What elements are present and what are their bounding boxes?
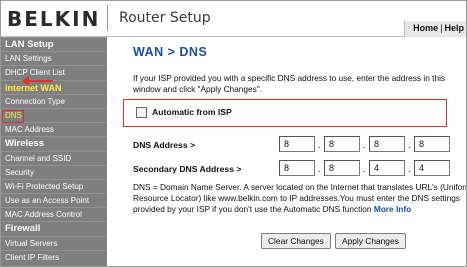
nav-separator: | xyxy=(440,23,443,33)
dns-octet-1[interactable] xyxy=(279,136,315,152)
dns-octet-3[interactable] xyxy=(369,136,405,152)
sidebar-item-mac-address-control[interactable]: MAC Address Control xyxy=(1,207,107,221)
automatic-from-isp-checkbox[interactable] xyxy=(136,107,147,118)
secondary-dns-octet-1[interactable] xyxy=(279,160,315,176)
main-content: WAN > DNS If your ISP provided you with … xyxy=(107,37,467,266)
dns-description: DNS = Domain Name Server. A server locat… xyxy=(133,182,467,215)
more-info-link[interactable]: More Info xyxy=(374,204,411,214)
help-link[interactable]: Help xyxy=(444,23,464,33)
annotation-arrow-shaft xyxy=(27,80,53,82)
header: BELKIN Router Setup Home | Help xyxy=(1,1,466,37)
sidebar: LAN Setup LAN Settings DHCP Client List … xyxy=(1,37,107,266)
secondary-dns-octet-3[interactable] xyxy=(369,160,405,176)
secondary-dns-label: Secondary DNS Address > xyxy=(133,164,242,174)
dns-highlight-box xyxy=(2,110,24,123)
sidebar-item-lan-settings[interactable]: LAN Settings xyxy=(1,51,107,65)
sidebar-item-mac-address[interactable]: MAC Address xyxy=(1,122,107,136)
dot-separator: . xyxy=(318,140,321,150)
secondary-dns-octet-2[interactable] xyxy=(324,160,360,176)
dot-separator: . xyxy=(408,140,411,150)
dns-description-text: DNS = Domain Name Server. A server locat… xyxy=(133,182,467,214)
secondary-dns-octet-4[interactable] xyxy=(414,160,450,176)
apply-changes-button[interactable]: Apply Changes xyxy=(335,233,406,249)
dot-separator: . xyxy=(363,140,366,150)
sidebar-heading-lan-setup[interactable]: LAN Setup xyxy=(1,37,107,51)
sidebar-item-wifi-protected-setup[interactable]: Wi-Fi Protected Setup xyxy=(1,178,107,193)
dot-separator: . xyxy=(408,164,411,174)
app-title: Router Setup xyxy=(119,10,211,26)
automatic-from-isp-label: Automatic from ISP xyxy=(152,107,232,117)
top-navigation: Home | Help xyxy=(404,21,466,37)
sidebar-heading-wireless[interactable]: Wireless xyxy=(1,136,107,150)
dns-octet-2[interactable] xyxy=(324,136,360,152)
sidebar-item-channel-ssid[interactable]: Channel and SSID xyxy=(1,150,107,165)
home-link[interactable]: Home xyxy=(413,23,438,33)
logo-divider xyxy=(107,5,108,31)
page-title: WAN > DNS xyxy=(133,45,208,59)
sidebar-item-connection-type[interactable]: Connection Type xyxy=(1,93,107,108)
dns-octet-4[interactable] xyxy=(414,136,450,152)
sidebar-item-dhcp-client-list[interactable]: DHCP Client List xyxy=(1,65,107,79)
router-setup-window: BELKIN Router Setup Home | Help LAN Setup … xyxy=(0,0,467,267)
sidebar-item-access-point[interactable]: Use as an Access Point xyxy=(1,193,107,207)
intro-text: If your ISP provided you with a specific… xyxy=(133,73,446,94)
clear-changes-button[interactable]: Clear Changes xyxy=(261,233,331,249)
sidebar-heading-firewall[interactable]: Firewall xyxy=(1,221,107,235)
sidebar-item-client-ip-filters[interactable]: Client IP Filters xyxy=(1,249,107,264)
annotation-arrow-icon xyxy=(22,76,29,86)
dot-separator: . xyxy=(318,164,321,174)
dns-address-label: DNS Address > xyxy=(133,140,196,150)
belkin-logo: BELKIN xyxy=(7,7,101,31)
sidebar-heading-internet-wan[interactable]: Internet WAN xyxy=(1,79,107,94)
sidebar-item-virtual-servers[interactable]: Virtual Servers xyxy=(1,235,107,250)
dot-separator: . xyxy=(363,164,366,174)
automatic-isp-highlight: Automatic from ISP xyxy=(123,99,447,127)
sidebar-item-security[interactable]: Security xyxy=(1,164,107,179)
